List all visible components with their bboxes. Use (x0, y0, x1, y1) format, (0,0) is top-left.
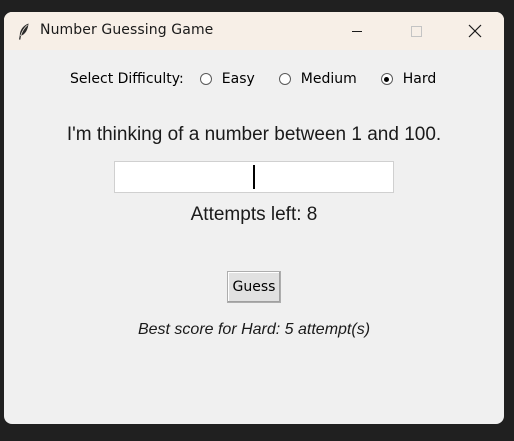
radio-easy[interactable] (199, 73, 212, 85)
maximize-icon (411, 26, 422, 37)
maximize-button[interactable] (393, 12, 439, 50)
radio-hard[interactable] (380, 73, 393, 85)
minimize-button[interactable] (334, 12, 380, 50)
difficulty-option-easy[interactable]: Easy (199, 71, 255, 87)
game-content: Select Difficulty: Easy Medium Hard I'm … (4, 50, 504, 424)
difficulty-option-label: Hard (402, 71, 437, 87)
radio-medium[interactable] (278, 73, 291, 85)
attempts-left: Attempts left: 8 (190, 204, 318, 225)
difficulty-option-hard[interactable]: Hard (380, 71, 437, 87)
feather-icon (18, 23, 30, 40)
difficulty-option-label: Medium (300, 71, 357, 87)
game-prompt: I'm thinking of a number between 1 and 1… (66, 124, 442, 145)
app-window: Number Guessing Game Select Difficulty: … (4, 12, 504, 424)
window-title: Number Guessing Game (40, 22, 214, 38)
guess-button[interactable]: Guess (227, 271, 281, 303)
title-bar[interactable]: Number Guessing Game (4, 12, 504, 50)
best-score: Best score for Hard: 5 attempt(s) (137, 321, 371, 338)
guess-input[interactable] (114, 161, 394, 193)
difficulty-option-label: Easy (221, 71, 255, 87)
minimize-icon (352, 31, 362, 32)
difficulty-selector: Select Difficulty: Easy Medium Hard (70, 70, 460, 88)
close-button[interactable] (452, 12, 498, 50)
text-caret (253, 165, 255, 189)
difficulty-option-medium[interactable]: Medium (278, 71, 357, 87)
close-icon (468, 24, 482, 38)
difficulty-label: Select Difficulty: (70, 71, 184, 87)
